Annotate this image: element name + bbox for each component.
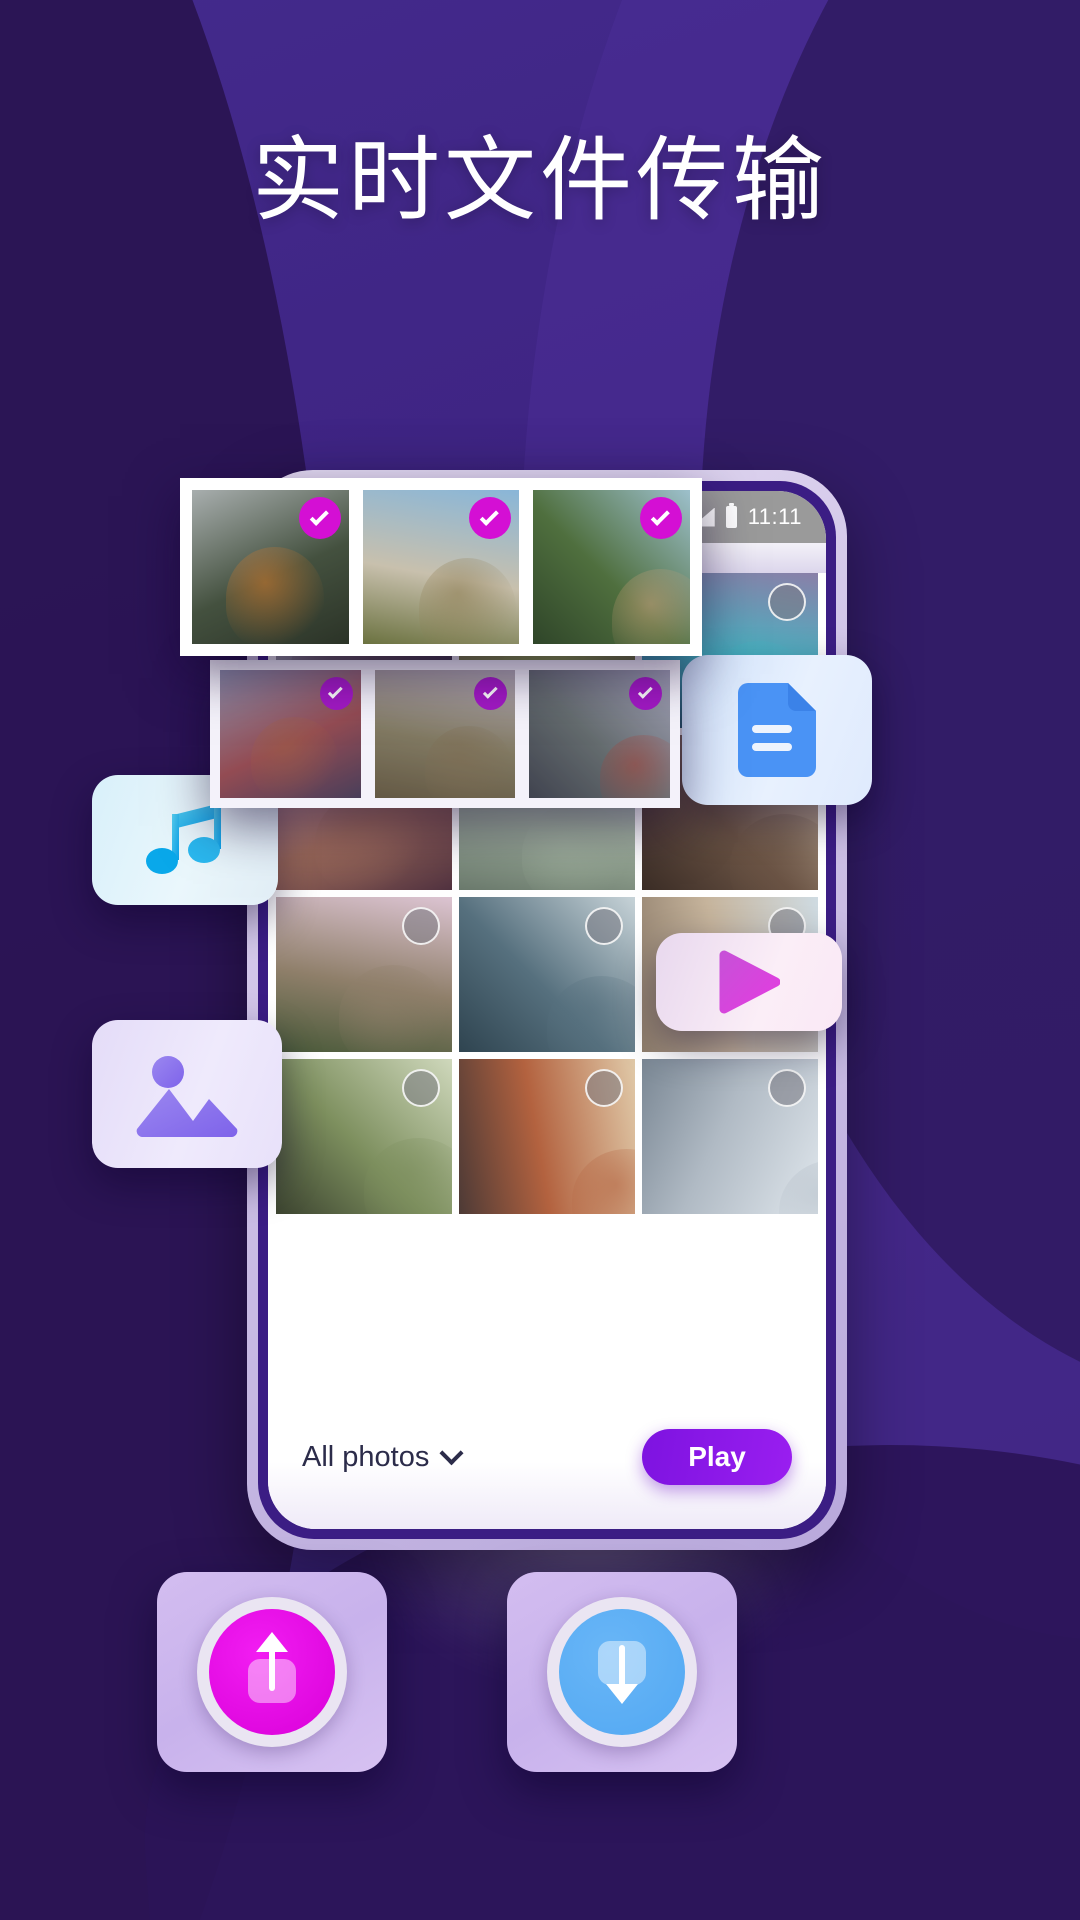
photo-select-badge-checked[interactable]: [640, 497, 683, 539]
photo-subject: [226, 546, 324, 644]
photo-select-badge-unchecked[interactable]: [402, 1069, 440, 1107]
check-icon: [650, 506, 670, 526]
photo-subject: [571, 1148, 635, 1214]
photo-grid-cell[interactable]: [642, 1059, 818, 1214]
photo-grid-cell[interactable]: [459, 897, 635, 1052]
check-icon: [328, 683, 343, 699]
send-button[interactable]: [157, 1572, 387, 1772]
check-icon: [637, 683, 653, 699]
photo-subject: [611, 568, 691, 644]
selected-photo-cell[interactable]: [362, 490, 520, 644]
receive-button-ring: [547, 1597, 697, 1747]
photo-subject: [364, 1138, 452, 1214]
selected-photo-cell[interactable]: [220, 670, 361, 798]
receive-button-circle: [559, 1609, 685, 1735]
video-play-icon: [719, 950, 780, 1014]
photo-subject: [250, 717, 339, 798]
photo-subject: [599, 735, 671, 798]
photo-select-badge-checked[interactable]: [298, 497, 341, 539]
check-icon: [480, 506, 500, 526]
send-button-ring: [197, 1597, 347, 1747]
photo-select-badge-checked[interactable]: [319, 677, 353, 710]
photo-select-badge-checked[interactable]: [629, 677, 663, 710]
photo-subject: [339, 965, 449, 1052]
selected-photo-cell[interactable]: [529, 670, 671, 798]
all-photos-filter[interactable]: All photos: [302, 1440, 464, 1474]
photo-subject: [522, 803, 632, 890]
receive-button[interactable]: [507, 1572, 737, 1772]
check-icon: [482, 683, 498, 699]
photo-subject: [547, 976, 635, 1052]
photo-grid-cell[interactable]: [276, 1059, 452, 1214]
floating-card-video[interactable]: [656, 933, 842, 1031]
photo-subject: [779, 1159, 818, 1214]
floating-card-photos[interactable]: [92, 1020, 282, 1168]
selected-photo-cell[interactable]: [533, 490, 691, 644]
photo-select-badge-unchecked[interactable]: [585, 1069, 623, 1107]
photo-grid-cell[interactable]: [276, 897, 452, 1052]
selected-photo-cell[interactable]: [192, 490, 349, 644]
photo-select-badge-checked[interactable]: [474, 677, 508, 710]
music-note-icon: [146, 803, 221, 874]
selected-photo-row-2: [210, 660, 680, 808]
all-photos-label: All photos: [302, 1440, 430, 1473]
image-photo-icon: [136, 1056, 238, 1137]
photo-select-badge-unchecked[interactable]: [768, 1069, 806, 1107]
selected-photo-row-1: [180, 478, 702, 656]
page-title: 实时文件传输: [251, 127, 828, 234]
check-icon: [309, 506, 329, 526]
photo-select-badge-unchecked[interactable]: [768, 583, 806, 621]
chevron-down-icon: [439, 1440, 464, 1465]
battery-icon: [725, 503, 737, 528]
download-arrow-icon: [606, 1645, 638, 1704]
photo-select-badge-unchecked[interactable]: [402, 907, 440, 945]
phone-bottom-bar: All photos Play: [268, 1407, 826, 1529]
photo-grid-cell[interactable]: [459, 1059, 635, 1214]
document-icon: [738, 683, 816, 777]
photo-select-badge-unchecked[interactable]: [585, 907, 623, 945]
selected-photo-cell[interactable]: [374, 670, 516, 798]
floating-card-documents[interactable]: [682, 655, 872, 805]
photo-subject: [730, 814, 818, 890]
status-bar-time: 11:11: [747, 504, 802, 529]
send-button-circle: [209, 1609, 335, 1735]
photo-subject: [425, 726, 513, 798]
play-button[interactable]: Play: [642, 1429, 792, 1485]
photo-subject: [419, 557, 517, 644]
upload-arrow-icon: [256, 1632, 288, 1691]
